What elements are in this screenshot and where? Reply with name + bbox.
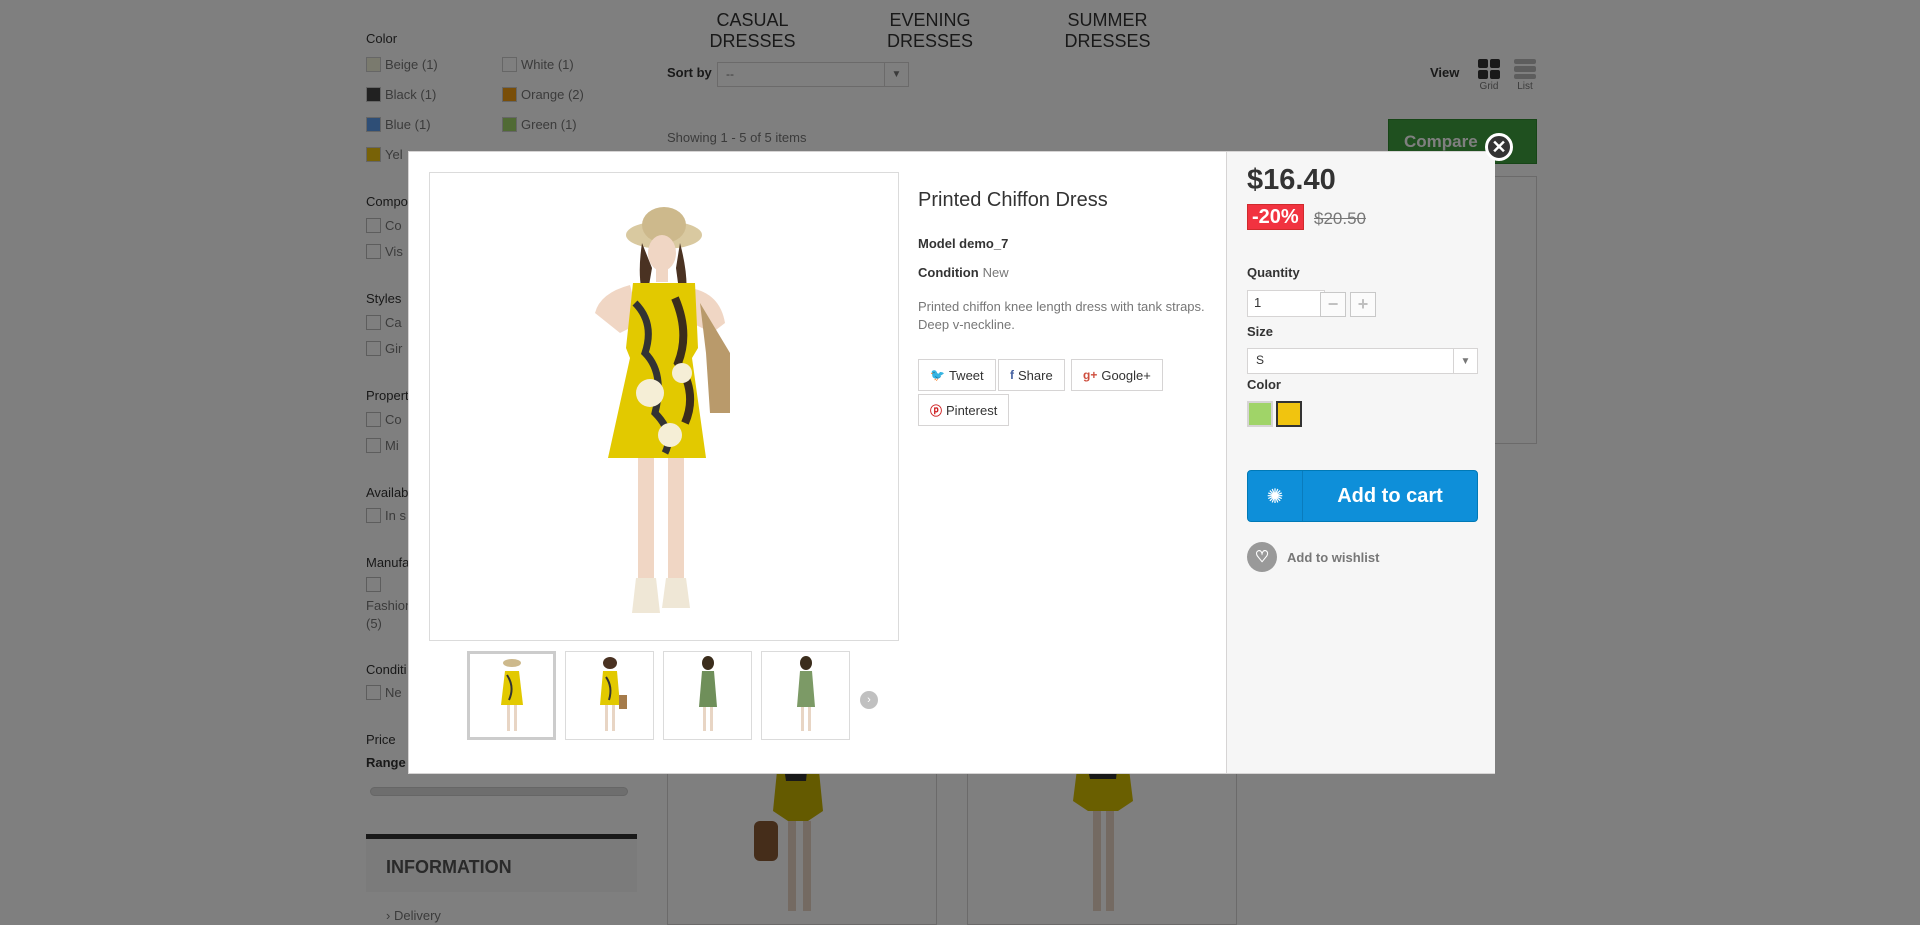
add-to-cart-button[interactable]: ✺ Add to cart xyxy=(1247,470,1478,522)
color-swatch-green[interactable] xyxy=(1247,401,1273,427)
thumbnail-image xyxy=(796,655,815,731)
minus-icon: − xyxy=(1327,294,1339,314)
quantity-decrease-button[interactable]: − xyxy=(1320,292,1346,317)
product-main-image[interactable] xyxy=(429,172,899,641)
thumbnail-image xyxy=(500,658,523,731)
thumbnail-2[interactable] xyxy=(565,651,654,740)
pinterest-icon: ⓟ xyxy=(930,403,943,418)
thumbnail-strip xyxy=(467,651,850,740)
product-condition: Condition New xyxy=(918,265,1009,280)
close-icon[interactable]: ✕ xyxy=(1485,133,1513,161)
condition-value: New xyxy=(982,265,1009,280)
tweet-label: Tweet xyxy=(948,367,984,383)
add-to-wishlist-button[interactable]: ♡ Add to wishlist xyxy=(1247,542,1379,572)
product-description: Printed chiffon knee length dress with t… xyxy=(918,299,1205,332)
thumbnail-image xyxy=(698,655,717,731)
dress-photo xyxy=(595,207,730,613)
facebook-share-button[interactable]: f Share xyxy=(998,359,1065,391)
product-price: $16.40 xyxy=(1247,164,1336,196)
discount-badge: -20% xyxy=(1247,204,1304,230)
thumbnail-4[interactable] xyxy=(761,651,850,740)
color-label: Color xyxy=(1247,377,1281,392)
google-label: Google+ xyxy=(1101,367,1151,383)
chevron-down-icon: ▼ xyxy=(1453,349,1477,373)
size-value: S xyxy=(1256,353,1265,367)
heart-icon: ♡ xyxy=(1247,542,1277,572)
thumbnail-1[interactable] xyxy=(467,651,556,740)
loading-spinner-icon: ✺ xyxy=(1248,471,1303,521)
size-label: Size xyxy=(1247,324,1274,339)
color-swatch-yellow[interactable] xyxy=(1276,401,1302,427)
pinterest-button[interactable]: ⓟ Pinterest xyxy=(918,394,1010,426)
facebook-icon: f xyxy=(1010,368,1014,382)
quantity-input[interactable]: 1 xyxy=(1247,290,1325,317)
chevron-right-icon[interactable]: › xyxy=(860,691,878,709)
share-label: Share xyxy=(1018,367,1053,383)
thumbnail-3[interactable] xyxy=(663,651,752,740)
quantity-label: Quantity xyxy=(1247,265,1300,280)
wishlist-label: Add to wishlist xyxy=(1287,549,1380,565)
old-price: $20.50 xyxy=(1314,209,1366,228)
product-name: Printed Chiffon Dress xyxy=(918,189,1108,211)
quantity-increase-button[interactable]: + xyxy=(1350,292,1376,317)
product-model: Model demo_7 xyxy=(918,236,1009,251)
condition-label: Condition xyxy=(918,265,979,280)
pinterest-label: Pinterest xyxy=(946,402,998,418)
twitter-icon: 🐦 xyxy=(930,368,945,382)
google-plus-icon: g+ xyxy=(1083,368,1098,382)
google-plus-button[interactable]: g+ Google+ xyxy=(1071,359,1163,391)
add-to-cart-label: Add to cart xyxy=(1337,484,1443,507)
quick-view-modal: › Printed Chiffon Dress Model demo_7 Con… xyxy=(408,151,1495,774)
buy-box: $16.40 -20% $20.50 Quantity 1 − + Size S… xyxy=(1226,152,1495,773)
tweet-button[interactable]: 🐦 Tweet xyxy=(918,359,996,391)
size-select[interactable]: S ▼ xyxy=(1247,348,1478,374)
thumbnail-image xyxy=(599,656,627,731)
plus-icon: + xyxy=(1357,294,1369,314)
